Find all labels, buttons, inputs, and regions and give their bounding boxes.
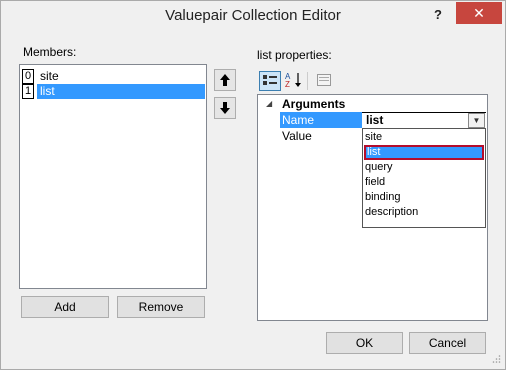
categorized-icon [263, 75, 277, 85]
member-index: 0 [22, 69, 34, 84]
alphabetical-button[interactable]: A Z [283, 71, 305, 91]
properties-label: list properties: [257, 48, 332, 62]
arrow-down-icon [220, 102, 230, 114]
name-value-editor[interactable]: list ▼ [362, 112, 486, 128]
svg-text:Z: Z [285, 80, 290, 88]
sort-alpha-icon: A Z [285, 72, 301, 89]
members-label: Members: [23, 45, 77, 59]
dropdown-option[interactable]: query [364, 160, 484, 175]
dropdown-option[interactable]: list [364, 145, 484, 160]
title-bar: Valuepair Collection Editor ? ✕ [1, 1, 505, 31]
property-pages-button[interactable] [313, 71, 335, 91]
member-name: site [40, 69, 59, 83]
remove-button[interactable]: Remove [117, 296, 205, 318]
dropdown-option[interactable]: binding [364, 190, 484, 205]
editor-value: list [366, 113, 384, 127]
move-up-button[interactable] [214, 69, 236, 91]
property-name: Name [280, 112, 362, 128]
category-row[interactable]: ◢ Arguments [258, 96, 487, 112]
list-item[interactable]: 0 site [21, 69, 205, 84]
member-name: list [37, 84, 205, 99]
members-list[interactable]: 0 site 1 list [19, 64, 207, 289]
categorized-button[interactable] [259, 71, 281, 91]
collapse-icon[interactable]: ◢ [266, 96, 272, 112]
cancel-button[interactable]: Cancel [409, 332, 486, 354]
dropdown-option[interactable]: site [364, 130, 484, 145]
close-button[interactable]: ✕ [456, 2, 502, 24]
chevron-down-icon[interactable]: ▼ [468, 113, 485, 128]
dropdown-option[interactable]: field [364, 175, 484, 190]
help-button[interactable]: ? [427, 5, 449, 25]
property-pages-icon [317, 74, 331, 86]
resize-grip-icon[interactable] [491, 354, 503, 366]
property-name: Value [282, 129, 312, 143]
value-dropdown-list[interactable]: site list query field binding descriptio… [362, 128, 486, 228]
member-index: 1 [22, 84, 34, 99]
ok-button[interactable]: OK [326, 332, 403, 354]
move-down-button[interactable] [214, 97, 236, 119]
arrow-up-icon [220, 74, 230, 86]
toolbar-separator [307, 72, 308, 90]
dropdown-option[interactable]: description [364, 205, 484, 220]
add-button[interactable]: Add [21, 296, 109, 318]
list-item[interactable]: 1 list [21, 84, 205, 99]
category-label: Arguments [282, 97, 346, 111]
collection-editor-dialog: Valuepair Collection Editor ? ✕ Members:… [0, 0, 506, 370]
